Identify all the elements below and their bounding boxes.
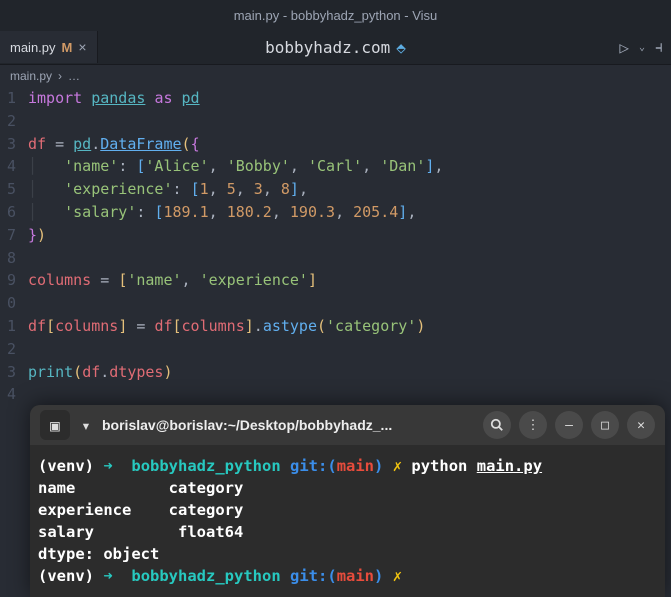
split-icon[interactable]: ⫞ — [655, 37, 663, 57]
cube-icon: ⬘ — [396, 38, 406, 57]
maximize-icon[interactable]: □ — [591, 411, 619, 439]
code-editor[interactable]: 123 456 789 012 34 import pandas as pd d… — [0, 87, 671, 406]
window-title: main.py - bobbyhadz_python - Visu — [234, 8, 438, 23]
modified-badge: M — [62, 40, 73, 55]
tab-main-py[interactable]: main.py M × — [0, 31, 98, 63]
header-site: bobbyhadz.com ⬘ — [265, 38, 406, 57]
dropdown-icon[interactable]: ▾ — [78, 410, 94, 440]
new-tab-button[interactable]: ▣ — [40, 410, 70, 440]
code-content[interactable]: import pandas as pd df = pd.DataFrame({ … — [28, 87, 671, 406]
terminal-body[interactable]: (venv) ➜ bobbyhadz_python git:(main) ✗ p… — [30, 445, 665, 597]
window-titlebar: main.py - bobbyhadz_python - Visu — [0, 0, 671, 30]
search-icon[interactable] — [483, 411, 511, 439]
terminal-header: ▣ ▾ borislav@borislav:~/Desktop/bobbyhad… — [30, 405, 665, 445]
chevron-down-icon[interactable]: ⌄ — [639, 42, 645, 53]
minimize-icon[interactable]: – — [555, 411, 583, 439]
menu-icon[interactable]: ⋮ — [519, 411, 547, 439]
line-gutter: 123 456 789 012 34 — [0, 87, 28, 406]
close-window-icon[interactable]: ✕ — [627, 411, 655, 439]
terminal-window: ▣ ▾ borislav@borislav:~/Desktop/bobbyhad… — [30, 405, 665, 597]
tab-filename: main.py — [10, 40, 56, 55]
run-icon[interactable]: ▷ — [619, 38, 629, 57]
terminal-title: borislav@borislav:~/Desktop/bobbyhadz_..… — [102, 417, 475, 433]
breadcrumb-file: main.py — [10, 69, 52, 83]
close-icon[interactable]: × — [78, 39, 86, 55]
breadcrumb[interactable]: main.py › … — [0, 65, 671, 87]
tab-bar: main.py M × bobbyhadz.com ⬘ ▷ ⌄ ⫞ — [0, 30, 671, 65]
